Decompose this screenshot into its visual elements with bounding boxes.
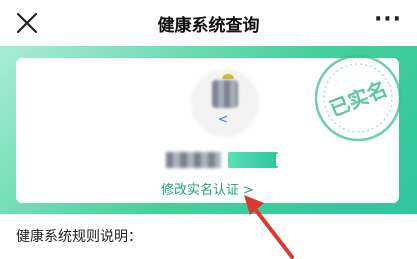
verified-badge-notch: [276, 154, 280, 166]
stamp-text: 已实名: [326, 77, 391, 122]
annotation-arrow: [244, 195, 294, 259]
rules-heading: 健康系统规则说明：: [16, 229, 142, 245]
avatar-decoration: [222, 74, 234, 79]
more-menu-icon[interactable]: ···: [373, 9, 403, 35]
modify-realname-label: 修改实名认证: [161, 183, 240, 198]
top-nav-bar: 健康系统查询 ···: [0, 0, 417, 46]
user-name-blurred: [166, 152, 221, 168]
avatar-blurred-image: [212, 80, 238, 108]
avatar-chevron-icon: <: [218, 112, 229, 126]
avatar: <: [192, 70, 258, 136]
page-title: 健康系统查询: [157, 16, 260, 36]
verified-badge: [228, 152, 278, 168]
modify-realname-link[interactable]: 修改实名认证 >: [16, 179, 399, 198]
